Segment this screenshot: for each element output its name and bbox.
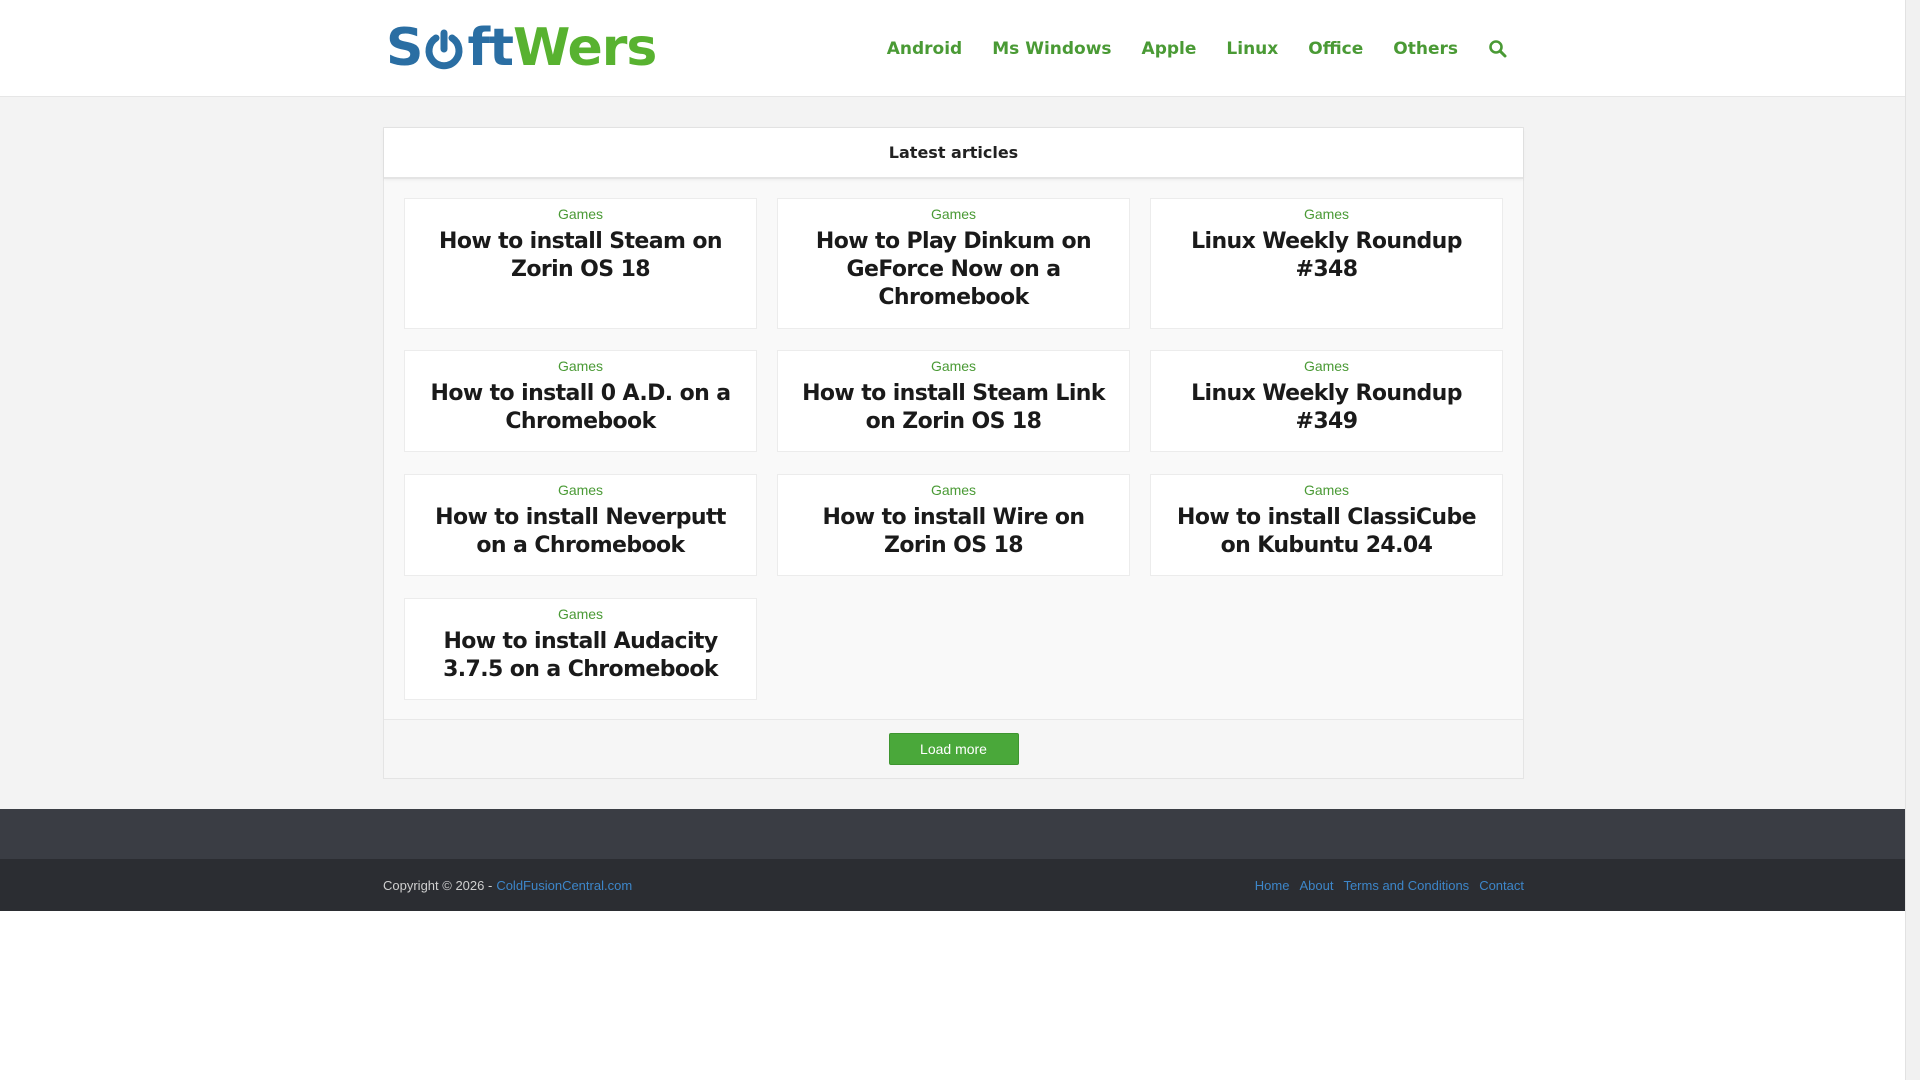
nav-item-ms-windows[interactable]: Ms Windows — [992, 39, 1111, 59]
article-category[interactable]: Games — [1151, 482, 1502, 498]
main-nav: Android Ms Windows Apple Linux Office Ot… — [857, 0, 1508, 97]
nav-item-apple[interactable]: Apple — [1142, 39, 1197, 59]
panel-footer: Load more — [384, 719, 1523, 778]
article-category[interactable]: Games — [778, 358, 1129, 374]
footer-links: Home About Terms and Conditions Contact — [1245, 859, 1524, 911]
nav-item-linux[interactable]: Linux — [1226, 39, 1278, 59]
article-card[interactable]: Games How to install Steam Link on Zorin… — [777, 350, 1130, 452]
footer-link-about[interactable]: About — [1299, 878, 1333, 893]
logo-letter-s: S — [386, 18, 423, 78]
article-category[interactable]: Games — [1151, 358, 1502, 374]
copyright-text: Copyright © 2026 - — [383, 877, 493, 893]
article-card[interactable]: Games How to install 0 A.D. on a Chromeb… — [404, 350, 757, 452]
site-footer: Copyright © 2026 - ColdFusionCentral.com… — [0, 859, 1905, 911]
site-logo[interactable]: S ft Wers — [386, 18, 657, 78]
search-icon[interactable] — [1488, 39, 1508, 59]
load-more-button[interactable]: Load more — [888, 733, 1019, 765]
article-card[interactable]: Games Linux Weekly Roundup #349 — [1150, 350, 1503, 452]
article-title[interactable]: How to install Neverputt on a Chromebook — [405, 504, 756, 560]
logo-text-wers: Wers — [512, 18, 657, 78]
article-card[interactable]: Games How to install ClassiCube on Kubun… — [1150, 474, 1503, 576]
article-title[interactable]: How to install Wire on Zorin OS 18 — [778, 504, 1129, 560]
article-category[interactable]: Games — [405, 482, 756, 498]
nav-item-office[interactable]: Office — [1308, 39, 1363, 59]
article-card[interactable]: Games How to install Audacity 3.7.5 on a… — [404, 598, 757, 700]
footer-link-terms[interactable]: Terms and Conditions — [1343, 878, 1469, 893]
page: S ft Wers Android Ms Windows Apple Linux… — [0, 0, 1905, 1080]
article-card[interactable]: Games How to install Neverputt on a Chro… — [404, 474, 757, 576]
article-title[interactable]: How to install ClassiCube on Kubuntu 24.… — [1151, 504, 1502, 560]
nav-item-others[interactable]: Others — [1393, 39, 1458, 59]
article-category[interactable]: Games — [405, 606, 756, 622]
article-card[interactable]: Games Linux Weekly Roundup #348 — [1150, 198, 1503, 329]
site-header: S ft Wers Android Ms Windows Apple Linux… — [0, 0, 1905, 97]
article-card[interactable]: Games How to install Wire on Zorin OS 18 — [777, 474, 1130, 576]
article-title[interactable]: Linux Weekly Roundup #348 — [1151, 228, 1502, 284]
power-icon — [425, 29, 463, 70]
latest-articles-panel: Latest articles Games How to install Ste… — [383, 127, 1524, 779]
article-card[interactable]: Games How to Play Dinkum on GeForce Now … — [777, 198, 1130, 329]
panel-heading: Latest articles — [384, 128, 1523, 179]
article-category[interactable]: Games — [778, 482, 1129, 498]
copyright-site-link[interactable]: ColdFusionCentral.com — [496, 878, 632, 893]
nav-item-android[interactable]: Android — [887, 39, 963, 59]
article-title[interactable]: How to install Audacity 3.7.5 on a Chrom… — [405, 628, 756, 684]
article-category[interactable]: Games — [405, 206, 756, 222]
article-title[interactable]: How to Play Dinkum on GeForce Now on a C… — [778, 228, 1129, 312]
logo-text-ft: ft — [467, 18, 513, 78]
article-title[interactable]: How to install Steam Link on Zorin OS 18 — [778, 380, 1129, 436]
footer-widget-area — [0, 809, 1905, 859]
article-category[interactable]: Games — [405, 358, 756, 374]
article-title[interactable]: How to install 0 A.D. on a Chromebook — [405, 380, 756, 436]
copyright: Copyright © 2026 - ColdFusionCentral.com — [383, 859, 632, 911]
article-category[interactable]: Games — [778, 206, 1129, 222]
footer-link-home[interactable]: Home — [1255, 878, 1290, 893]
article-category[interactable]: Games — [1151, 206, 1502, 222]
page-scrollbar[interactable] — [1905, 0, 1920, 1080]
article-title[interactable]: How to install Steam on Zorin OS 18 — [405, 228, 756, 284]
article-card[interactable]: Games How to install Steam on Zorin OS 1… — [404, 198, 757, 329]
article-title[interactable]: Linux Weekly Roundup #349 — [1151, 380, 1502, 436]
footer-link-contact[interactable]: Contact — [1479, 878, 1524, 893]
